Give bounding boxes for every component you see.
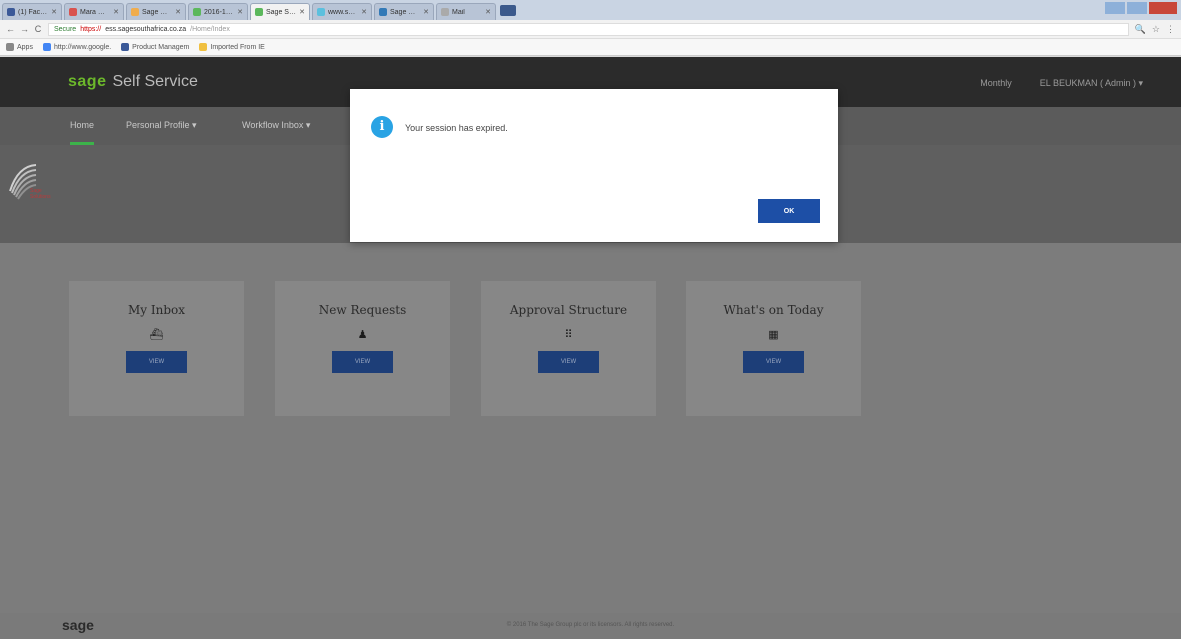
- window-controls: [1105, 2, 1177, 14]
- new-requests-view-button[interactable]: VIEW: [332, 351, 393, 373]
- tab-close-icon[interactable]: ✕: [237, 8, 243, 16]
- app-title: Self Service: [112, 73, 198, 90]
- tab-title: Sage Self Service: [266, 8, 297, 16]
- card-title: What's on Today: [723, 303, 824, 317]
- card-approval-structure: Approval Structure ⠿ VIEW: [481, 281, 656, 416]
- my-inbox-view-button[interactable]: VIEW: [126, 351, 187, 373]
- bookmark-favicon-icon: [121, 43, 130, 51]
- browser-actions: 🔍 ☆ ⋮: [1135, 24, 1175, 35]
- info-icon: i: [371, 116, 393, 138]
- url-input[interactable]: Secure https:// ess.sagesouthafrica.co.z…: [48, 22, 1129, 36]
- browser-tab[interactable]: Mail ✕: [436, 3, 496, 20]
- user-request-icon: ♟: [357, 329, 368, 341]
- tab-favicon-icon: [7, 8, 15, 16]
- company-logo-text: Sage Solutions: [30, 188, 51, 200]
- footer: sage © 2016 The Sage Group plc or its li…: [0, 613, 1181, 639]
- payroll-period-link[interactable]: Monthly: [980, 78, 1012, 89]
- nav-workflow-inbox[interactable]: Workflow Inbox ▾: [242, 107, 310, 145]
- tab-close-icon[interactable]: ✕: [299, 8, 305, 16]
- browser-tab[interactable]: Sage HR and Payroll✕: [126, 3, 186, 20]
- card-title: My Inbox: [127, 303, 186, 317]
- bookmark-product-management[interactable]: Product Managem: [121, 43, 189, 51]
- dashboard: My Inbox ⛴ VIEW New Requests ♟ VIEW Appr…: [0, 243, 1181, 613]
- tab-favicon-icon: [131, 8, 139, 16]
- url-host: ess.sagesouthafrica.co.za: [105, 25, 187, 33]
- hierarchy-icon: ⠿: [564, 329, 573, 341]
- bookmarks-bar: Apps http://www.google. Product Managem …: [0, 39, 1181, 56]
- tab-close-icon[interactable]: ✕: [361, 8, 367, 16]
- browser-tab-active[interactable]: Sage Self Service✕: [250, 3, 310, 20]
- whats-on-today-view-button[interactable]: VIEW: [743, 351, 804, 373]
- sage-logo: sage: [68, 73, 107, 90]
- tab-favicon-icon: [69, 8, 77, 16]
- footer-copyright: © 2016 The Sage Group plc or its licenso…: [506, 622, 675, 628]
- browser-tab[interactable]: www.sagesouthafrica✕: [312, 3, 372, 20]
- bookmark-apps[interactable]: Apps: [6, 43, 33, 51]
- tab-title: Mail: [452, 8, 465, 16]
- browser-tab[interactable]: Sage Global Services✕: [374, 3, 434, 20]
- menu-icon[interactable]: ⋮: [1166, 24, 1175, 35]
- folder-icon: [199, 43, 208, 51]
- back-arrow-icon[interactable]: ←: [6, 24, 15, 34]
- calendar-icon: ▦: [768, 329, 779, 341]
- card-title: New Requests: [318, 303, 407, 317]
- new-tab-button[interactable]: [500, 4, 516, 16]
- bookmark-google[interactable]: http://www.google.: [42, 43, 111, 51]
- secure-lock-label: Secure: [54, 25, 77, 33]
- tab-title: www.sagesouthafrica: [328, 8, 358, 16]
- tab-favicon-icon: [255, 8, 263, 16]
- tab-favicon-icon: [379, 8, 387, 16]
- close-window-icon[interactable]: [1149, 2, 1177, 14]
- url-protocol: https://: [80, 25, 102, 33]
- approval-structure-view-button[interactable]: VIEW: [538, 351, 599, 373]
- tab-close-icon[interactable]: ✕: [175, 8, 181, 16]
- brand[interactable]: sage Self Service: [68, 73, 198, 91]
- ok-button[interactable]: OK: [758, 199, 820, 223]
- card-new-requests: New Requests ♟ VIEW: [275, 281, 450, 416]
- reload-icon[interactable]: C: [34, 24, 42, 34]
- tab-close-icon[interactable]: ✕: [423, 8, 429, 16]
- tab-favicon-icon: [317, 8, 325, 16]
- bookmark-imported-folder[interactable]: Imported From IE: [199, 43, 265, 51]
- google-icon: [42, 43, 51, 51]
- tab-favicon-icon: [441, 8, 449, 16]
- dialog-message: Your session has expired.: [405, 123, 508, 133]
- tab-favicon-icon: [193, 8, 201, 16]
- tab-title: (1) Facebook: [18, 8, 48, 16]
- maximize-icon[interactable]: [1127, 2, 1147, 14]
- tab-title: Mara Wildebeest Serena: [80, 8, 110, 16]
- inbox-icon: ⛴: [149, 329, 164, 341]
- nav-personal-profile[interactable]: Personal Profile ▾: [126, 107, 197, 145]
- tab-title: Sage HR and Payroll: [142, 8, 172, 16]
- tab-title: 2016-12-13 Checking: [204, 8, 234, 16]
- card-title: Approval Structure: [509, 303, 628, 317]
- address-bar: ← → C Secure https:// ess.sagesouthafric…: [0, 20, 1181, 39]
- zoom-icon[interactable]: 🔍: [1135, 24, 1146, 35]
- star-icon[interactable]: ☆: [1152, 24, 1160, 35]
- browser-tab[interactable]: (1) Facebook✕: [2, 3, 62, 20]
- url-path: /Home/Index: [190, 25, 230, 33]
- tab-close-icon[interactable]: ✕: [485, 8, 491, 16]
- forward-arrow-icon[interactable]: →: [20, 24, 29, 34]
- browser-tab[interactable]: Mara Wildebeest Serena✕: [64, 3, 124, 20]
- minimize-icon[interactable]: [1105, 2, 1125, 14]
- card-my-inbox: My Inbox ⛴ VIEW: [69, 281, 244, 416]
- card-whats-on-today: What's on Today ▦ VIEW: [686, 281, 861, 416]
- nav-home[interactable]: Home: [70, 107, 95, 145]
- apps-grid-icon: [6, 43, 14, 51]
- session-expired-dialog: i Your session has expired. OK: [350, 89, 838, 242]
- tab-close-icon[interactable]: ✕: [51, 8, 57, 16]
- user-menu[interactable]: EL BEUKMAN ( Admin ) ▾: [1040, 78, 1143, 89]
- tab-title: Sage Global Services: [390, 8, 420, 16]
- header-right: Monthly EL BEUKMAN ( Admin ) ▾: [980, 78, 1143, 89]
- tab-close-icon[interactable]: ✕: [113, 8, 119, 16]
- browser-tab-strip: (1) Facebook✕ Mara Wildebeest Serena✕ Sa…: [0, 0, 1181, 20]
- browser-tab[interactable]: 2016-12-13 Checking✕: [188, 3, 248, 20]
